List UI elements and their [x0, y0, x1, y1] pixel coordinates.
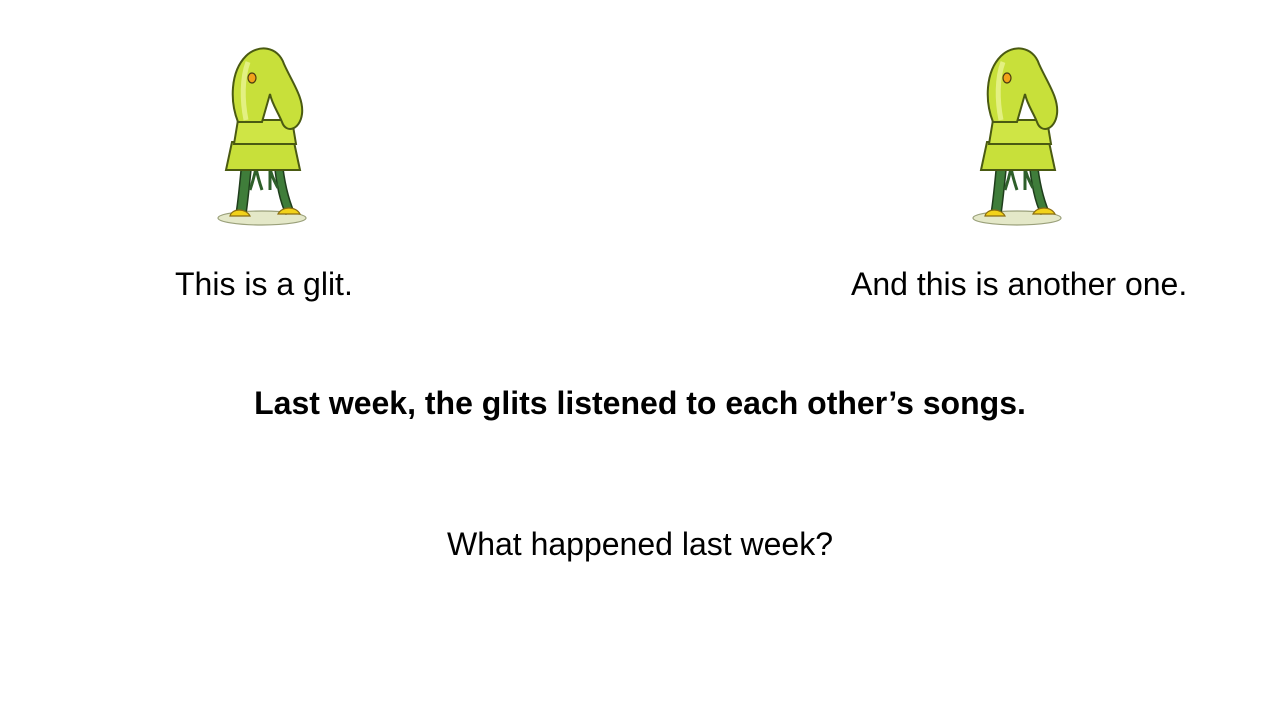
- glit-creature-icon: [212, 42, 312, 227]
- statement-text: Last week, the glits listened to each ot…: [254, 385, 1026, 421]
- glit-creature-icon: [967, 42, 1067, 227]
- question-text: What happened last week?: [446, 526, 834, 562]
- caption-left: This is a glit.: [175, 266, 353, 302]
- slide: This is a glit. And this is another one.…: [0, 0, 1280, 720]
- caption-right: And this is another one.: [851, 266, 1188, 302]
